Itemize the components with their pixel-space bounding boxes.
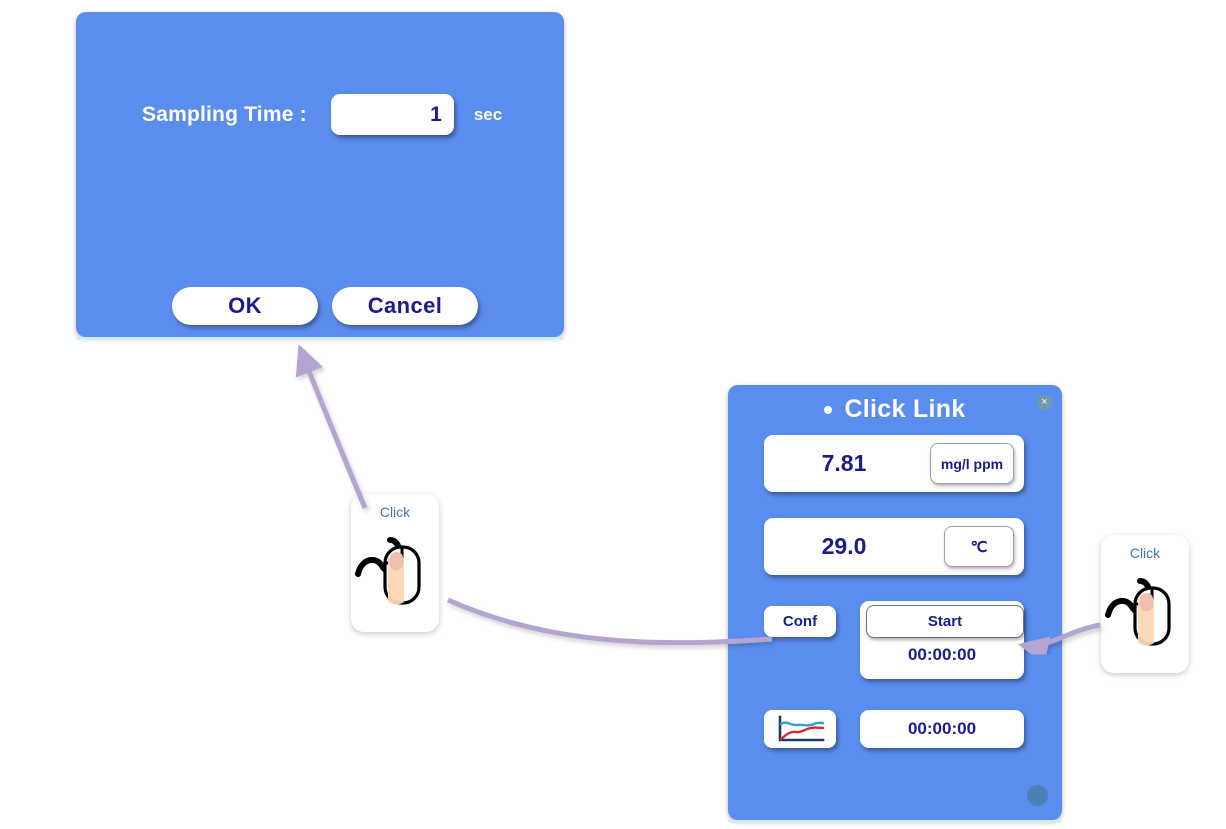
click-card-left[interactable]: Click <box>351 494 439 632</box>
temperature-reading-row: 29.0 ℃ <box>764 518 1024 575</box>
elapsed-timer-value: 00:00:00 <box>860 710 1024 748</box>
cancel-button[interactable]: Cancel <box>332 287 478 325</box>
do-reading-row: 7.81 mg/l ppm <box>764 435 1024 492</box>
sampling-time-unit-label: sec <box>473 104 503 124</box>
click-card-right[interactable]: Click <box>1101 535 1189 673</box>
start-timer-card: Start 00:00:00 <box>860 601 1024 679</box>
do-unit-button[interactable]: mg/l ppm <box>930 443 1014 484</box>
sampling-time-dialog: Sampling Time : sec OK Cancel <box>76 12 564 340</box>
line-chart-icon[interactable] <box>764 710 836 748</box>
click-card-label: Click <box>1129 545 1161 561</box>
mouse-click-icon <box>1105 578 1171 646</box>
bullet-icon <box>824 405 833 414</box>
click-link-panel: Click Link × 7.81 mg/l ppm 29.0 ℃ Conf S… <box>728 385 1062 823</box>
temperature-unit-button[interactable]: ℃ <box>944 526 1014 567</box>
ok-button[interactable]: OK <box>172 287 318 325</box>
click-link-title-row: Click Link <box>728 395 1062 424</box>
sampling-time-input[interactable] <box>330 94 454 135</box>
close-icon[interactable]: × <box>1037 395 1052 410</box>
do-reading-value: 7.81 <box>821 450 867 476</box>
sampling-time-label: Sampling Time : <box>142 102 307 126</box>
arrow-to-conf-button <box>446 597 773 646</box>
conf-button[interactable]: Conf <box>764 606 836 637</box>
mouse-click-icon <box>355 537 421 605</box>
click-card-label: Click <box>379 504 411 520</box>
arrow-to-ok-button <box>295 344 368 509</box>
click-link-title: Click Link <box>844 395 966 423</box>
start-button[interactable]: Start <box>866 605 1024 638</box>
start-timer-value: 00:00:00 <box>907 645 977 664</box>
resize-handle[interactable] <box>1027 785 1048 806</box>
sampling-time-row: Sampling Time : sec <box>142 94 502 135</box>
temperature-reading-value: 29.0 <box>821 533 867 559</box>
